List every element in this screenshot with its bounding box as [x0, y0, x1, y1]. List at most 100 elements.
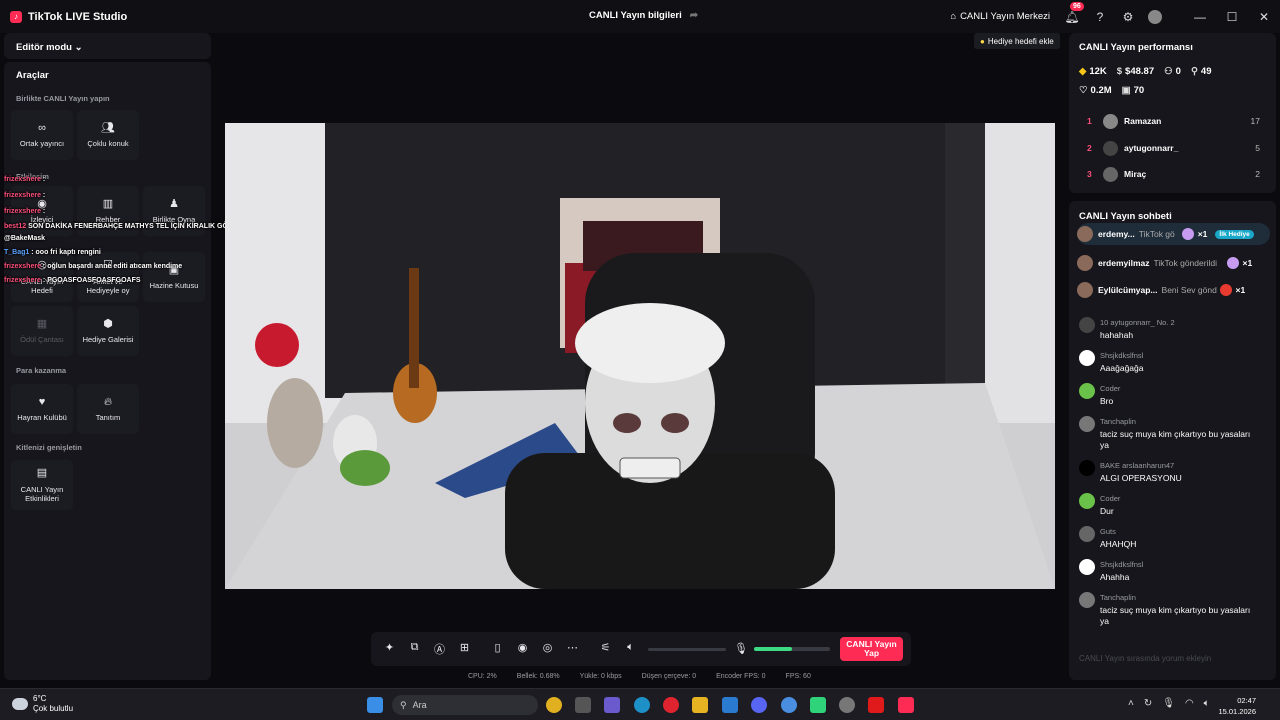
- mic-level-meter[interactable]: [754, 647, 830, 651]
- opera-icon[interactable]: [663, 697, 679, 713]
- speaker-icon[interactable]: 🔈︎: [618, 641, 643, 657]
- phone-icon[interactable]: ▯: [485, 641, 510, 657]
- rank-number: 2: [1087, 143, 1092, 153]
- more-icon[interactable]: ⋯: [560, 641, 585, 657]
- avatar: [1079, 350, 1095, 366]
- tool-reward-bag[interactable]: ▦ Ödül Çantası: [11, 306, 73, 356]
- discord-icon[interactable]: [751, 697, 767, 713]
- taskbar-search[interactable]: ⚲ Ara: [392, 695, 538, 715]
- avatar: [1077, 255, 1093, 271]
- ranking-row[interactable]: 1 Ramazan 17: [1079, 111, 1266, 131]
- ranking-row[interactable]: 2 aytugonnarr_ 5: [1079, 138, 1266, 158]
- metric-viewers-value: 49: [1200, 66, 1212, 77]
- avatar: [1103, 166, 1118, 182]
- live-center-button[interactable]: ⌂ CANLI Yayın Merkezi: [950, 11, 1050, 22]
- overlay-msg: T_Bag1 : ooo fri kaptı rengini: [4, 249, 101, 256]
- stream-preview[interactable]: [225, 123, 1055, 589]
- mixer-settings-icon[interactable]: ⚟: [593, 641, 618, 657]
- overlay-name: frizexshere: [4, 192, 41, 199]
- gift-icon: ▣: [1121, 85, 1131, 96]
- overlay-msg: frizexshere :: [4, 208, 45, 215]
- right-panel: CANLI Yayın performansı ◆ 12K $ $48.87 ⚇ 0 …: [1069, 33, 1276, 680]
- wifi-icon[interactable]: ◠: [1185, 698, 1194, 709]
- settings-gear-icon[interactable]: ⚙: [1120, 9, 1136, 25]
- avatar: [1103, 140, 1118, 156]
- metric-gifters-value: 70: [1133, 85, 1145, 96]
- effects-icon[interactable]: ⧉: [402, 641, 427, 657]
- app-green-icon[interactable]: [810, 697, 826, 713]
- volume-slider[interactable]: [648, 648, 726, 651]
- notification-bell-icon[interactable]: 🔔︎ 96: [1064, 1, 1084, 25]
- chrome-icon[interactable]: [546, 697, 562, 713]
- go-live-button[interactable]: CANLI Yayın Yap: [840, 637, 903, 661]
- file-explorer-icon[interactable]: [575, 697, 591, 713]
- performance-card: CANLI Yayın performansı ◆ 12K $ $48.87 ⚇ 0 …: [1069, 33, 1276, 193]
- gift-text: TikTok gö: [1138, 229, 1175, 239]
- minimize-icon[interactable]: —: [1184, 10, 1216, 24]
- avatar: [1077, 226, 1093, 242]
- sync-icon[interactable]: ↻: [1144, 698, 1152, 709]
- section-live-together: Birlikte CANLI Yayın yapın: [16, 94, 110, 103]
- record-icon[interactable]: ◉: [510, 641, 535, 657]
- tool-cohost-label: Ortak yayıncı: [19, 139, 65, 149]
- metric-diamonds: ◆ 12K: [1079, 66, 1107, 77]
- youtube-icon[interactable]: [868, 697, 884, 713]
- close-icon[interactable]: ✕: [1248, 10, 1280, 24]
- search-label: Ara: [412, 700, 427, 710]
- editor-mode-card[interactable]: Editör modu ⌄: [4, 33, 211, 59]
- tool-multi-guest[interactable]: 👥︎ Çoklu konuk: [77, 110, 139, 160]
- rank-name: Ramazan: [1124, 116, 1162, 126]
- comment-input[interactable]: CANLI Yayın sırasında yorum ekleyin: [1079, 654, 1266, 663]
- tool-gift-gallery[interactable]: ⬢ Hediye Galerisi: [77, 306, 139, 356]
- folder-icon[interactable]: [692, 697, 708, 713]
- rank-name: aytugonnarr_: [1124, 143, 1179, 153]
- tool-treasure[interactable]: ▣ Hazine Kutusu: [143, 252, 205, 302]
- avatar: [1079, 416, 1095, 432]
- microphone-icon[interactable]: 🎙︎: [734, 642, 748, 655]
- rank-name: Miraç: [1124, 169, 1147, 179]
- chat-username: BAKE arslaanharun47: [1100, 461, 1175, 470]
- chrome-profile-icon[interactable]: [781, 697, 797, 713]
- edge-icon[interactable]: [634, 697, 650, 713]
- person-add-icon: ⚲: [1190, 66, 1198, 77]
- profile-avatar[interactable]: [1148, 9, 1162, 24]
- live-info-button[interactable]: CANLI Yayın bilgileri ➦: [589, 10, 698, 21]
- overlay-name: frizexshere: [4, 208, 41, 215]
- clock[interactable]: 02:47 15.01.2026: [1218, 695, 1256, 718]
- share-icon[interactable]: ➦: [690, 10, 698, 21]
- gift-icon: [1219, 284, 1232, 296]
- users-icon: 👥︎: [101, 121, 115, 134]
- maximize-icon[interactable]: ☐: [1216, 10, 1248, 24]
- add-gift-goal-button[interactable]: ● Hediye hedefi ekle: [974, 33, 1060, 49]
- rank-value: 17: [1250, 116, 1260, 126]
- tool-cohost[interactable]: ∞ Ortak yayıncı: [11, 110, 73, 160]
- magic-wand-icon[interactable]: ✦: [377, 641, 402, 657]
- store-icon[interactable]: [722, 697, 738, 713]
- tool-fan-club[interactable]: ♥ Hayran Kulübü: [11, 384, 73, 434]
- avatar: [1079, 460, 1095, 476]
- help-icon[interactable]: ?: [1092, 9, 1108, 25]
- chat-username: Guts: [1100, 527, 1116, 536]
- add-source-icon[interactable]: ⊞: [452, 641, 477, 657]
- overlay-msg: frizexshere :: [4, 176, 45, 183]
- chat-username: Shsjkdkslfnsl: [1100, 560, 1144, 569]
- ranking-row[interactable]: 3 Miraç 2: [1079, 164, 1266, 184]
- chat-username: Coder: [1100, 494, 1121, 503]
- tool-live-events[interactable]: ▤ CANLI Yayın Etkinlikleri: [11, 460, 73, 510]
- ai-icon[interactable]: Ⓐ: [427, 641, 452, 657]
- teams-icon[interactable]: [604, 697, 620, 713]
- app-title: TikTok LIVE Studio: [28, 10, 128, 23]
- lightbulb-icon: ●: [980, 36, 985, 46]
- screenshot-icon[interactable]: ◎: [535, 641, 560, 657]
- chat-text: AHAHQH: [1100, 539, 1137, 549]
- volume-icon[interactable]: 🔈︎: [1204, 698, 1210, 709]
- chevron-up-icon[interactable]: ˄: [1128, 698, 1134, 709]
- app-gray-icon[interactable]: [839, 697, 855, 713]
- add-gift-goal-label: Hediye hedefi ekle: [987, 36, 1054, 46]
- tool-promotion[interactable]: 🔥︎ Tanıtım: [77, 384, 139, 434]
- windows-start-icon[interactable]: [367, 697, 383, 713]
- weather-widget[interactable]: 6°C Çok bulutlu: [12, 694, 73, 715]
- chat-text: taciz suç muya kim çıkartıyo bu yasaları…: [1100, 429, 1251, 451]
- mic-tray-icon[interactable]: 🎙︎: [1162, 698, 1175, 709]
- tiktok-studio-icon[interactable]: [898, 697, 914, 713]
